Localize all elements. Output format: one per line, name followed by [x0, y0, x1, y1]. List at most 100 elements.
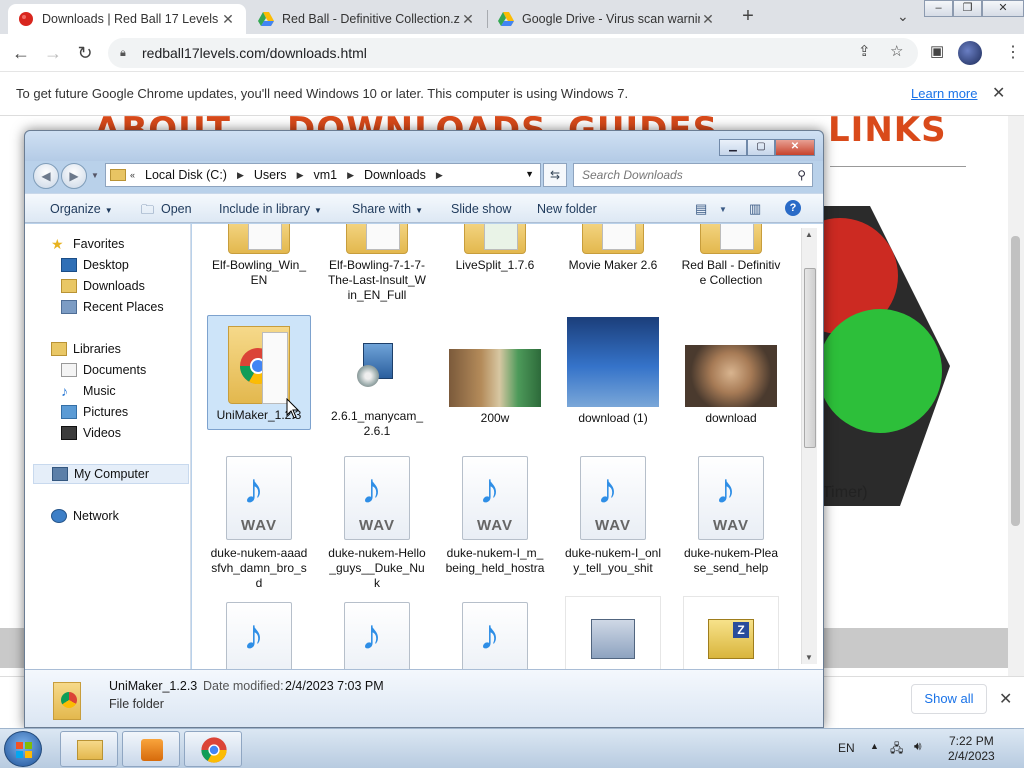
nav-network[interactable]: Network [51, 506, 119, 526]
restore-icon[interactable]: ❐ [953, 0, 982, 17]
organize-button[interactable]: Organize ▼ [50, 202, 113, 216]
tab-close-icon[interactable]: ✕ [220, 11, 236, 28]
image-item[interactable]: download (1) [561, 315, 665, 426]
folder-item[interactable]: Movie Maker 2.6 [561, 224, 665, 273]
explorer-forward-icon[interactable]: ▶ [61, 163, 87, 189]
forward-arrow-icon[interactable]: → [42, 42, 64, 64]
nav-videos[interactable]: Videos [61, 423, 121, 443]
share-with-button[interactable]: Share with ▼ [352, 202, 423, 216]
breadcrumb-overflow-icon[interactable]: « [130, 170, 135, 180]
nav-favorites[interactable]: ★ Favorites [51, 234, 124, 254]
image-item[interactable]: download [679, 315, 783, 426]
explorer-minimize-icon[interactable]: ▁ [719, 139, 747, 156]
taskbar-clock[interactable]: 7:22 PM 2/4/2023 [948, 734, 995, 764]
preview-pane-icon[interactable]: ▥ [749, 201, 761, 217]
explorer-search-input[interactable]: Search Downloads ⚲ [573, 163, 813, 187]
recent-pages-dropdown-icon[interactable]: ▼ [91, 171, 99, 180]
wav-file-item[interactable]: ♪ WAV duke-nukem-Hello_guys__Duke_Nuk [325, 456, 429, 591]
explorer-address-bar[interactable]: « Local Disk (C:) ▶ Users ▶ vm1 ▶ Downlo… [105, 163, 541, 187]
explorer-titlebar[interactable]: ▁ ▢ ✕ [25, 131, 823, 161]
wav-file-item[interactable]: ♪ [325, 602, 429, 669]
wav-file-item[interactable]: ♪ [443, 602, 547, 669]
new-tab-button[interactable]: + [738, 6, 758, 26]
folder-item[interactable]: LiveSplit_1.7.6 [443, 224, 547, 273]
back-arrow-icon[interactable]: ← [10, 42, 32, 64]
nav-pictures[interactable]: Pictures [61, 402, 128, 422]
folder-item[interactable]: Red Ball - Definitive Collection [679, 224, 783, 288]
show-hidden-icons-icon[interactable]: ▲ [870, 741, 879, 751]
breadcrumb-users[interactable]: Users [254, 168, 287, 182]
breadcrumb-local-disk[interactable]: Local Disk (C:) [145, 168, 227, 182]
bookmark-star-icon[interactable]: ☆ [890, 42, 903, 60]
nav-my-computer[interactable]: My Computer [33, 464, 189, 484]
wav-file-item[interactable]: ♪ [207, 602, 311, 669]
nav-links[interactable]: LINKS [828, 116, 947, 150]
address-bar[interactable]: 🔒︎ redball17levels.com/downloads.html [108, 38, 918, 68]
language-indicator[interactable]: EN [838, 741, 855, 755]
show-all-button[interactable]: Show all [911, 684, 987, 714]
explorer-close-icon[interactable]: ✕ [775, 139, 815, 156]
tab-redball-downloads[interactable]: Downloads | Red Ball 17 Levels ✕ [8, 4, 246, 34]
reload-icon[interactable]: ↻ [74, 42, 96, 64]
wav-file-item[interactable]: ♪ WAV duke-nukem-aaadsfvh_damn_bro_sd [207, 456, 311, 591]
breadcrumb-chevron-icon[interactable]: ▶ [436, 170, 443, 181]
infobar-close-icon[interactable]: ✕ [992, 83, 1005, 103]
close-window-icon[interactable]: ✕ [982, 0, 1024, 17]
side-panel-icon[interactable]: ▣ [930, 42, 944, 60]
page-scrollbar[interactable] [1008, 116, 1024, 728]
include-in-library-button[interactable]: Include in library ▼ [219, 202, 322, 216]
breadcrumb-chevron-icon[interactable]: ▶ [347, 170, 354, 181]
network-tray-icon[interactable]: 🖧 [890, 739, 903, 760]
program-item[interactable] [565, 596, 661, 669]
nav-desktop[interactable]: Desktop [61, 255, 129, 275]
breadcrumb-vm1[interactable]: vm1 [313, 168, 337, 182]
tab-drive-virus-scan[interactable]: Google Drive - Virus scan warning ✕ [488, 4, 726, 34]
explorer-maximize-icon[interactable]: ▢ [747, 139, 775, 156]
wav-file-item[interactable]: ♪ WAV duke-nukem-I_m_being_held_hostra [443, 456, 547, 576]
breadcrumb-downloads[interactable]: Downloads [364, 168, 426, 182]
nav-downloads[interactable]: Downloads [61, 276, 145, 296]
help-icon[interactable]: ? [785, 200, 801, 216]
explorer-back-icon[interactable]: ◀ [33, 163, 59, 189]
nav-recent-places[interactable]: Recent Places [61, 297, 164, 317]
share-icon[interactable]: ⇪ [858, 42, 871, 60]
minimize-icon[interactable]: ‒ [924, 0, 953, 17]
folder-item[interactable]: Elf-Bowling-7-1-7-The-Last-Insult_Win_EN… [325, 224, 429, 303]
folder-item[interactable]: Elf-Bowling_Win_EN [207, 224, 311, 288]
taskbar-explorer[interactable] [60, 731, 118, 767]
nav-music[interactable]: ♪ Music [61, 381, 116, 401]
wav-file-item[interactable]: ♪ WAV duke-nukem-Please_send_help [679, 456, 783, 576]
breadcrumb-chevron-icon[interactable]: ▶ [237, 170, 244, 181]
start-button[interactable] [4, 731, 42, 767]
tab-search-chevron-icon[interactable]: ⌄ [897, 8, 909, 25]
change-view-icon[interactable]: ▤ [695, 201, 707, 217]
slide-show-button[interactable]: Slide show [451, 202, 511, 216]
learn-more-link[interactable]: Learn more [911, 86, 977, 101]
taskbar-media-player[interactable] [122, 731, 180, 767]
breadcrumb-chevron-icon[interactable]: ▶ [297, 170, 304, 181]
tab-drive-zip[interactable]: Red Ball - Definitive Collection.zip ✕ [248, 4, 486, 34]
volume-icon[interactable]: 🔊︎ [914, 739, 922, 754]
image-item[interactable]: 200w [443, 315, 547, 426]
search-icon[interactable]: ⚲ [797, 164, 806, 186]
zip-item[interactable]: Z [683, 596, 779, 669]
new-folder-button[interactable]: New folder [537, 202, 597, 216]
view-options-chevron-icon[interactable]: ▼ [719, 205, 727, 214]
tab-close-icon[interactable]: ✕ [460, 11, 476, 28]
file-list-scroll-thumb[interactable] [804, 268, 816, 448]
taskbar-chrome[interactable] [184, 731, 242, 767]
file-list-scrollbar[interactable]: ▲ ▼ [801, 228, 817, 664]
nav-documents[interactable]: Documents [61, 360, 146, 380]
profile-avatar[interactable] [958, 41, 982, 65]
downloads-bar-close-icon[interactable]: ✕ [999, 689, 1012, 709]
address-dropdown-icon[interactable]: ▼ [525, 169, 534, 179]
page-scroll-thumb[interactable] [1011, 236, 1020, 526]
refresh-icon[interactable]: ⇆ [543, 163, 567, 187]
installer-item[interactable]: 2.6.1_manycam_2.6.1 [325, 315, 429, 439]
tab-close-icon[interactable]: ✕ [700, 11, 716, 28]
scroll-up-icon[interactable]: ▲ [805, 230, 813, 239]
open-button[interactable]: Open [161, 202, 192, 216]
wav-file-item[interactable]: ♪ WAV duke-nukem-I_only_tell_you_shit [561, 456, 665, 576]
nav-libraries[interactable]: Libraries [51, 339, 121, 359]
menu-kebab-icon[interactable]: ⋮ [1005, 42, 1021, 62]
